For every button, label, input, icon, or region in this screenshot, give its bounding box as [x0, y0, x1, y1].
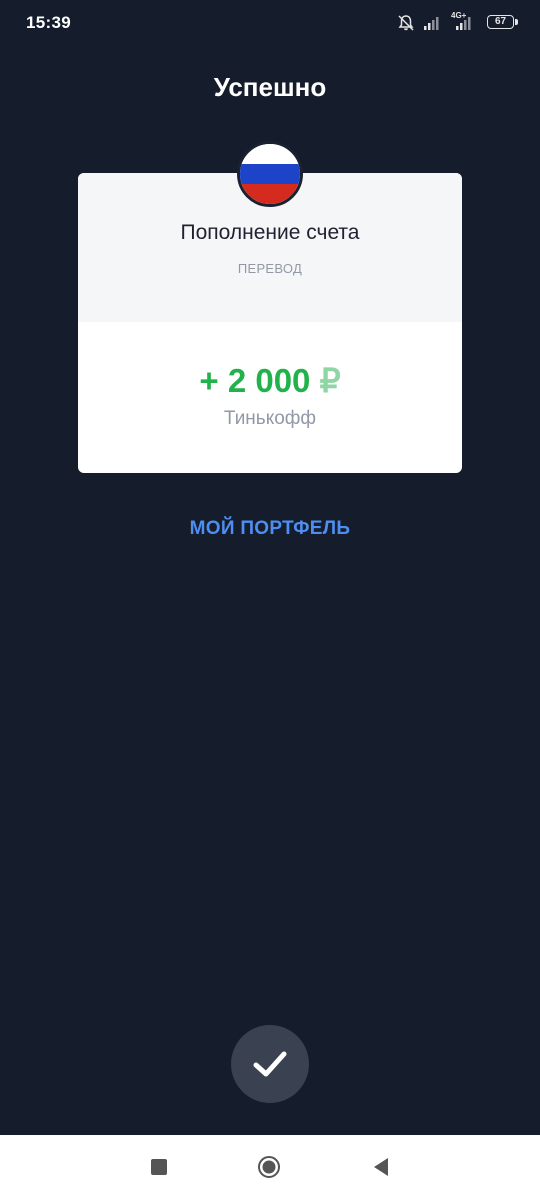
- amount-value: + 2 000: [199, 362, 311, 399]
- flag-stripe-blue: [240, 164, 300, 185]
- battery-level: 67: [487, 15, 514, 29]
- russia-flag-icon: [237, 141, 303, 207]
- signal-icon: [424, 17, 439, 30]
- page-title: Успешно: [213, 72, 327, 102]
- my-portfolio-link[interactable]: МОЙ ПОРТФЕЛЬ: [0, 518, 540, 540]
- operation-type: ПЕРЕВОД: [237, 261, 303, 276]
- back-icon[interactable]: [372, 1157, 390, 1177]
- flag-stripe-white: [240, 144, 300, 165]
- navigation-bar: [0, 1135, 540, 1200]
- operation-card: Пополнение счета ПЕРЕВОД + 2 000 ₽ Тиньк…: [78, 173, 462, 473]
- status-bar: 15:39 4G+ 67: [0, 0, 540, 48]
- battery-tip: [515, 19, 518, 25]
- bank-name: Тинькофф: [223, 408, 317, 429]
- currency-symbol: ₽: [319, 362, 341, 399]
- status-icons: 4G+ 67: [397, 11, 520, 33]
- network-indicator: 4G+: [451, 11, 479, 33]
- operation-amount: + 2 000 ₽: [78, 361, 462, 400]
- recent-apps-icon[interactable]: [151, 1159, 167, 1175]
- battery-icon: 67: [487, 15, 520, 31]
- operation-name: Пополнение счета: [180, 221, 360, 244]
- signal-icon: [456, 17, 471, 30]
- checkmark-icon: [253, 1051, 287, 1077]
- done-button[interactable]: [231, 1025, 309, 1103]
- home-icon[interactable]: [257, 1155, 281, 1179]
- bell-muted-icon: [398, 15, 414, 31]
- status-time: 15:39: [26, 13, 71, 32]
